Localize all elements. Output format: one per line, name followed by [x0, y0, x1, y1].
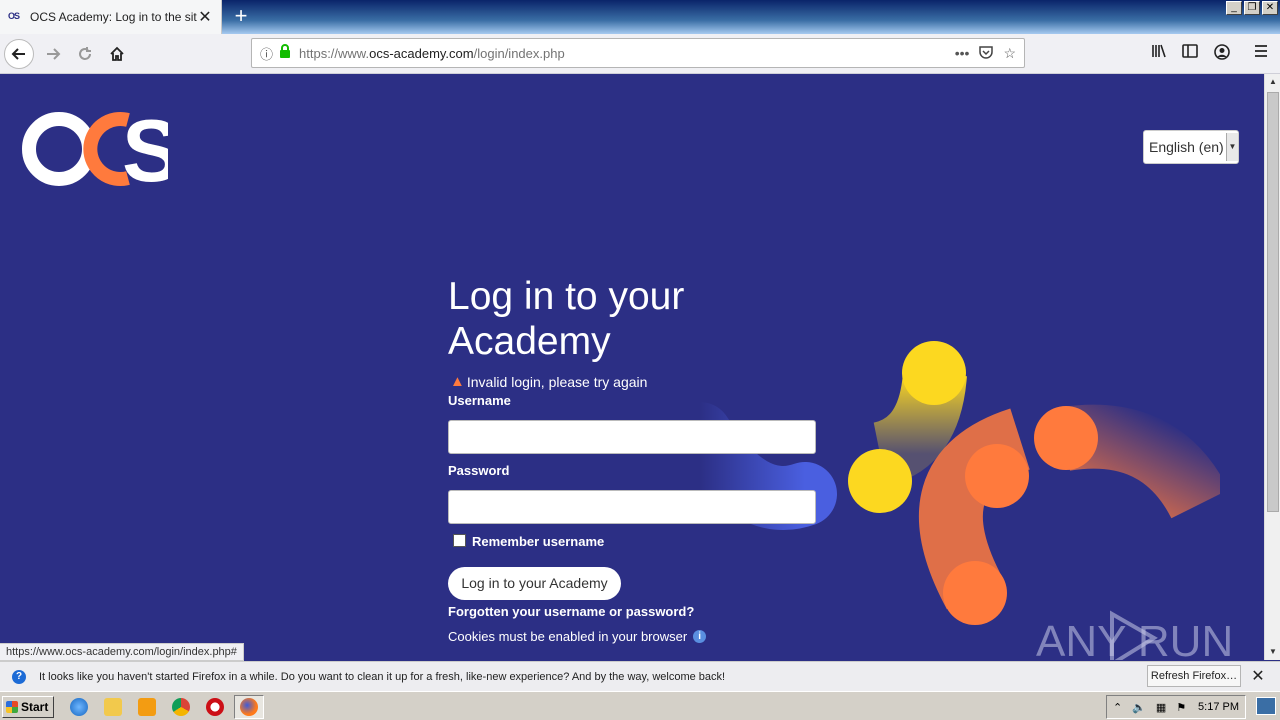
help-info-icon[interactable]: i	[693, 630, 707, 643]
scrollbar[interactable]: ▲ ▼	[1264, 74, 1280, 660]
more-icon[interactable]: •••	[955, 45, 970, 61]
remember-checkbox[interactable]	[453, 534, 466, 547]
page-title: Log in to your Academy	[448, 275, 685, 363]
pocket-icon[interactable]	[979, 45, 994, 62]
media-player-icon[interactable]	[138, 698, 156, 716]
browser-tab[interactable]: OS OCS Academy: Log in to the site ✕	[0, 0, 222, 34]
status-url: https://www.ocs-academy.com/login/index.…	[0, 643, 244, 661]
error-message: ▲ Invalid login, please try again	[450, 373, 647, 390]
clock[interactable]: 5:17 PM	[1198, 701, 1239, 713]
menu-icon[interactable]	[1250, 44, 1272, 62]
firefox-taskbar-button[interactable]	[234, 695, 264, 719]
taskbar: Start ⌃ 🔈 ▦ ⚑ 5:17 PM	[0, 691, 1280, 720]
question-icon: ?	[12, 669, 26, 684]
refresh-firefox-button[interactable]: Refresh Firefox…	[1147, 665, 1241, 687]
system-tray: ⌃ 🔈 ▦ ⚑ 5:17 PM	[1106, 695, 1246, 719]
sidebar-icon[interactable]	[1179, 44, 1201, 63]
forgot-password-link[interactable]: Forgotten your username or password?	[448, 604, 694, 619]
navigation-bar: ⓘ https://www.ocs-academy.com/login/inde…	[0, 34, 1280, 74]
restore-button[interactable]: ❐	[1244, 1, 1260, 15]
tab-close-icon[interactable]: ✕	[197, 7, 213, 27]
remember-label: Remember username	[472, 534, 605, 549]
login-button[interactable]: Log in to your Academy	[448, 567, 621, 600]
notification-text: It looks like you haven't started Firefo…	[39, 670, 726, 683]
page-content: S English (en) ▼ Log in to your Academy …	[0, 74, 1264, 660]
info-icon[interactable]: ⓘ	[260, 44, 273, 63]
lock-icon[interactable]	[279, 43, 291, 63]
reload-icon[interactable]	[70, 39, 100, 69]
close-icon[interactable]: ✕	[1250, 666, 1266, 686]
tab-strip: OS OCS Academy: Log in to the site ✕ + _…	[0, 0, 1280, 34]
cookies-notice-text: Cookies must be enabled in your browser	[448, 629, 688, 644]
logo-s: S	[122, 110, 168, 188]
home-icon[interactable]	[102, 39, 132, 69]
network-icon[interactable]: ▦	[1156, 701, 1166, 714]
firefox-icon	[240, 698, 258, 716]
url-text: https://www.ocs-academy.com/login/index.…	[299, 45, 565, 61]
account-icon[interactable]	[1211, 44, 1233, 65]
tab-favicon-icon: OS	[8, 11, 20, 21]
folder-icon[interactable]	[104, 698, 122, 716]
chevron-down-icon: ▼	[1226, 133, 1238, 161]
url-bar[interactable]: ⓘ https://www.ocs-academy.com/login/inde…	[251, 38, 1025, 68]
tab-title: OCS Academy: Log in to the site	[30, 10, 197, 24]
tray-expand-icon[interactable]: ⌃	[1113, 701, 1122, 714]
flag-icon[interactable]: ⚑	[1176, 701, 1186, 714]
password-field[interactable]	[448, 490, 816, 524]
opera-icon[interactable]	[206, 698, 224, 716]
scroll-up-icon[interactable]: ▲	[1265, 74, 1280, 90]
close-window-button[interactable]: ✕	[1262, 1, 1278, 15]
warning-icon: ▲	[450, 373, 465, 390]
cookies-notice: Cookies must be enabled in your browser …	[448, 629, 707, 644]
library-icon[interactable]	[1148, 44, 1170, 63]
new-tab-button[interactable]: +	[230, 4, 252, 28]
username-label: Username	[448, 393, 511, 408]
language-value: English (en)	[1149, 139, 1224, 155]
scroll-thumb[interactable]	[1267, 92, 1279, 512]
start-label: Start	[21, 700, 49, 714]
back-arrow-icon[interactable]	[4, 39, 34, 69]
forward-arrow-icon[interactable]	[38, 39, 68, 69]
star-icon[interactable]: ☆	[1003, 45, 1016, 62]
windows-flag-icon	[6, 701, 18, 713]
volume-icon[interactable]: 🔈	[1132, 701, 1146, 714]
ie-icon[interactable]	[70, 698, 88, 716]
username-field[interactable]	[448, 420, 816, 454]
minimize-button[interactable]: _	[1226, 1, 1242, 15]
decorative-graphic	[680, 341, 1220, 625]
window-controls: _ ❐ ✕	[1226, 1, 1278, 15]
watermark-text: ANY RUN	[1036, 617, 1233, 660]
show-desktop-button[interactable]	[1256, 697, 1276, 715]
password-label: Password	[448, 463, 510, 478]
notification-bar: ? It looks like you haven't started Fire…	[0, 661, 1280, 691]
start-button[interactable]: Start	[2, 696, 54, 718]
language-select[interactable]: English (en) ▼	[1143, 130, 1239, 164]
ocs-logo[interactable]: S	[22, 110, 168, 188]
watermark: ANY RUN	[1036, 610, 1233, 660]
chrome-icon[interactable]	[172, 698, 190, 716]
scroll-down-icon[interactable]: ▼	[1265, 644, 1280, 660]
error-text: Invalid login, please try again	[466, 373, 648, 390]
